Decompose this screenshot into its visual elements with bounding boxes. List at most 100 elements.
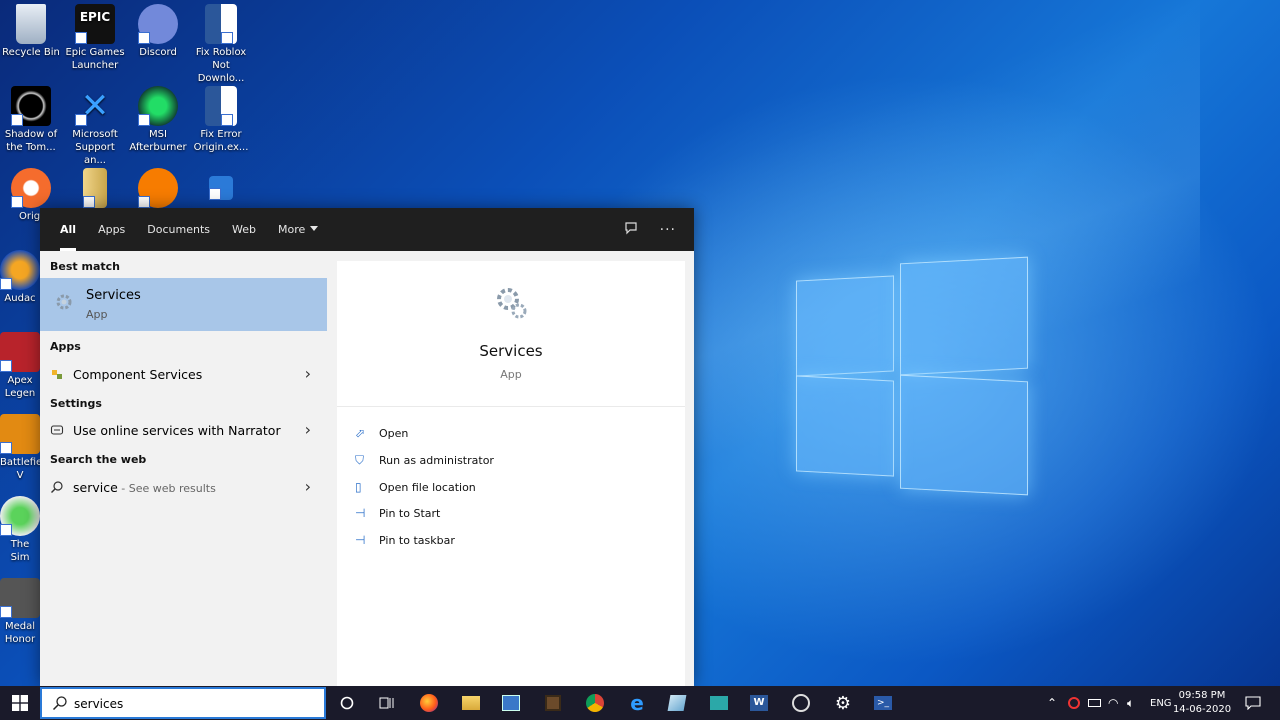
preview-pane: Services App ⬀ Open ⛉ Run as administrator… <box>337 261 685 686</box>
chevron-right-icon[interactable]: › <box>305 420 311 439</box>
recycle-bin-icon <box>16 4 46 44</box>
tab-more[interactable]: More <box>278 208 319 251</box>
desktop-icon-msi-afterburner[interactable]: MSI Afterburner <box>127 86 189 154</box>
action-run-as-administrator[interactable]: ⛉ Run as administrator <box>355 453 494 473</box>
section-search-web: Search the web <box>50 453 147 466</box>
chrome-icon[interactable] <box>584 692 606 714</box>
best-match-services[interactable]: Services App <box>40 278 327 331</box>
start-button[interactable] <box>0 686 40 720</box>
pin-icon: ⊣ <box>355 506 366 520</box>
discord-icon <box>138 4 178 44</box>
windows-logo-wallpaper <box>796 256 1028 496</box>
desktop-icon-medal-of-honor[interactable]: Medal Honor <box>0 578 40 646</box>
edge-icon[interactable]: e <box>626 691 648 715</box>
desktop-icon-audacity[interactable]: Audac <box>0 250 40 305</box>
epic-games-icon: EPIC <box>75 4 115 44</box>
section-best-match: Best match <box>50 260 120 273</box>
result-web-search[interactable]: service - See web results › <box>40 473 327 501</box>
feedback-icon[interactable] <box>624 221 638 238</box>
preview-subtitle: App <box>500 368 522 381</box>
obs-icon[interactable] <box>790 692 812 714</box>
minecraft-icon[interactable] <box>542 692 564 714</box>
search-icon <box>52 695 68 714</box>
tray-app-icon[interactable] <box>1068 686 1080 720</box>
component-services-icon <box>50 367 64 381</box>
app-icon[interactable] <box>708 692 730 714</box>
action-open[interactable]: ⬀ Open <box>355 426 408 446</box>
action-pin-to-taskbar[interactable]: ⊣ Pin to taskbar <box>355 533 455 553</box>
medal-icon <box>0 578 40 618</box>
clock[interactable]: 09:58 PM 14-06-2020 <box>1170 689 1234 717</box>
audacity-icon <box>0 250 40 290</box>
search-icon <box>50 480 64 494</box>
volume-icon[interactable]: 🔈︎ <box>1127 686 1134 720</box>
desktop-icon-battlefield[interactable]: Battlefie V <box>0 414 40 482</box>
windows-icon <box>12 695 28 711</box>
game-icon <box>11 86 51 126</box>
action-pin-to-start[interactable]: ⊣ Pin to Start <box>355 506 440 526</box>
msi-afterburner-icon <box>138 86 178 126</box>
show-hidden-icons[interactable]: ⌃ <box>1047 686 1057 720</box>
search-panel: All Apps Documents Web More ··· Best mat… <box>40 208 694 686</box>
result-component-services[interactable]: Component Services › <box>40 360 327 388</box>
sims-icon <box>0 496 40 536</box>
desktop-icon-fix-roblox[interactable]: Fix Roblox Not Downlo... <box>190 4 252 85</box>
chevron-right-icon[interactable]: › <box>305 477 311 496</box>
firefox-icon[interactable] <box>418 692 440 714</box>
action-open-file-location[interactable]: ▯ Open file location <box>355 480 476 500</box>
desktop-icon-folder[interactable] <box>64 168 126 210</box>
cortana-icon[interactable] <box>336 692 358 714</box>
desktop-icon-recycle-bin[interactable]: Recycle Bin <box>0 4 62 59</box>
word-doc-icon <box>205 86 237 126</box>
apex-icon <box>0 332 40 372</box>
desktop-icon-epic-games[interactable]: EPIC Epic Games Launcher <box>64 4 126 72</box>
desktop-icon-fix-error-origin[interactable]: Fix Error Origin.ex... <box>190 86 252 154</box>
shield-icon: ⛉ <box>355 453 365 467</box>
settings-gear-icon[interactable]: ⚙ <box>832 692 854 714</box>
language-indicator[interactable]: ENG <box>1150 686 1172 720</box>
folder-icon <box>83 168 107 208</box>
desktop-icon-the-sims[interactable]: The Sim <box>0 496 40 564</box>
taskbar-search-box[interactable]: services <box>40 687 326 719</box>
app-icon[interactable] <box>500 692 522 714</box>
task-view-icon[interactable] <box>376 692 398 714</box>
services-gear-icon <box>337 261 685 324</box>
word-doc-icon <box>205 4 237 44</box>
chevron-right-icon[interactable]: › <box>305 364 311 383</box>
result-narrator-online-services[interactable]: Use online services with Narrator › <box>40 416 327 444</box>
tab-all[interactable]: All <box>60 208 77 251</box>
section-settings: Settings <box>50 397 102 410</box>
app-icon[interactable] <box>666 692 688 714</box>
tab-apps[interactable]: Apps <box>98 208 125 251</box>
desktop-icon-small[interactable] <box>190 176 252 202</box>
battlefield-icon <box>0 414 40 454</box>
more-options-icon[interactable]: ··· <box>660 222 676 238</box>
preview-title: Services <box>479 342 543 360</box>
wifi-icon[interactable]: ◠ <box>1108 686 1118 720</box>
desktop-icon-avast[interactable] <box>127 168 189 210</box>
file-icon: ▯ <box>355 480 362 494</box>
word-icon[interactable]: W <box>748 692 770 714</box>
battery-icon[interactable] <box>1088 686 1101 720</box>
chevron-down-icon <box>310 226 319 231</box>
open-icon: ⬀ <box>355 426 366 440</box>
file-explorer-icon[interactable] <box>460 692 482 714</box>
tools-icon: ✕ <box>75 86 115 126</box>
search-query[interactable]: services <box>74 697 123 711</box>
gear-icon <box>54 292 74 315</box>
powershell-icon[interactable]: >_ <box>872 692 894 714</box>
section-apps: Apps <box>50 340 81 353</box>
avast-icon <box>138 168 178 208</box>
desktop-icon-microsoft-support[interactable]: ✕ Microsoft Support an... <box>64 86 126 167</box>
results-list: Best match Services App Apps Component S… <box>40 251 327 686</box>
search-tabs: All Apps Documents Web More ··· <box>40 208 694 251</box>
tab-web[interactable]: Web <box>232 208 256 251</box>
narrator-icon <box>50 423 64 437</box>
notifications-icon[interactable] <box>1245 686 1261 720</box>
pin-icon: ⊣ <box>355 533 366 547</box>
desktop-icon-shadow-tomb-raider[interactable]: Shadow of the Tom... <box>0 86 62 154</box>
taskbar: services e W ⚙ >_ ⌃ ◠ 🔈︎ ENG 09:58 PM 14… <box>0 686 1280 720</box>
desktop-icon-discord[interactable]: Discord <box>127 4 189 59</box>
desktop-icon-apex-legends[interactable]: Apex Legen <box>0 332 40 400</box>
tab-documents[interactable]: Documents <box>147 208 210 251</box>
